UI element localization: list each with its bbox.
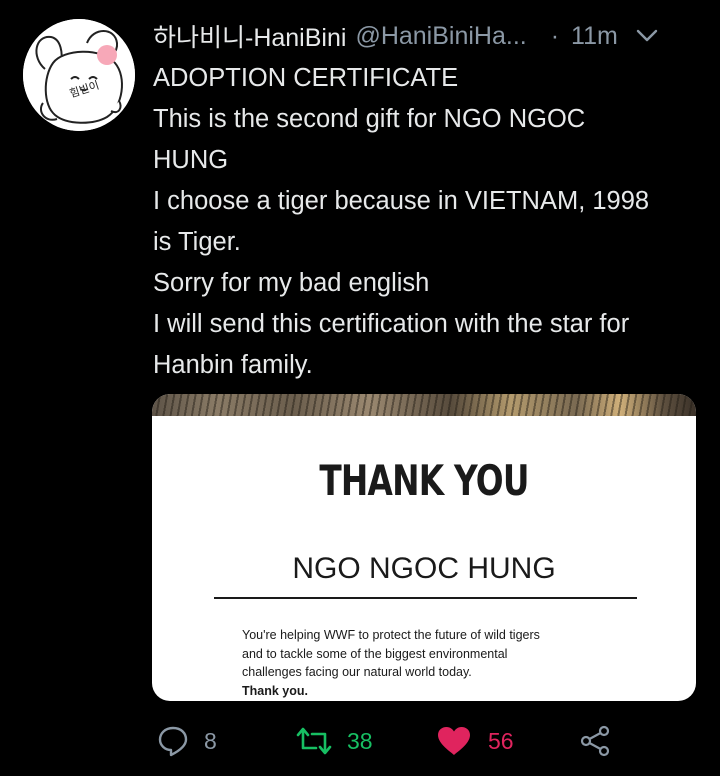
tweet-text: ADOPTION CERTIFICATE This is the second … bbox=[153, 58, 698, 386]
tweet[interactable]: 힘빈이 하나비니-HaniBini @HaniBiniHa... · 11m A… bbox=[0, 0, 720, 776]
tweet-line: is Tiger. bbox=[153, 228, 241, 256]
action-bar: 8 38 56 bbox=[0, 718, 720, 764]
certificate-message-line: and to tackle some of the biggest enviro… bbox=[242, 646, 508, 661]
tweet-line: HUNG bbox=[153, 146, 229, 174]
tweet-line: I choose a tiger because in VIETNAM, 199… bbox=[153, 187, 650, 215]
display-name[interactable]: 하나비니-HaniBini bbox=[153, 18, 346, 54]
tweet-line: Hanbin family. bbox=[153, 351, 313, 379]
certificate-message-line: You're helping WWF to protect the future… bbox=[242, 628, 540, 642]
reply-icon bbox=[157, 725, 189, 757]
retweet-count: 38 bbox=[347, 727, 373, 754]
certificate-title: THANK YOU bbox=[319, 456, 529, 505]
retweet-button[interactable]: 38 bbox=[296, 718, 373, 764]
like-count: 56 bbox=[488, 727, 514, 754]
tweet-header: 하나비니-HaniBini @HaniBiniHa... · 11m bbox=[153, 18, 698, 54]
certificate-message-line: challenges facing our natural world toda… bbox=[242, 665, 472, 679]
tweet-line: I will send this certification with the … bbox=[153, 310, 630, 338]
avatar-illustration bbox=[23, 19, 135, 131]
certificate-name: NGO NGOC HUNG bbox=[292, 552, 556, 585]
tiger-photo-strip bbox=[152, 394, 696, 416]
certificate-message: You're helping WWF to protect the future… bbox=[242, 626, 662, 700]
share-icon bbox=[579, 725, 611, 757]
retweet-icon bbox=[296, 726, 332, 756]
chevron-down-icon[interactable] bbox=[634, 23, 660, 49]
share-button[interactable] bbox=[579, 718, 611, 764]
timestamp[interactable]: 11m bbox=[571, 22, 618, 51]
tweet-line: Sorry for my bad english bbox=[153, 269, 430, 297]
heart-icon bbox=[437, 726, 471, 756]
certificate-thanks: Thank you. bbox=[242, 683, 308, 698]
like-button[interactable]: 56 bbox=[437, 718, 514, 764]
separator-dot: · bbox=[550, 21, 560, 50]
reply-button[interactable]: 8 bbox=[157, 718, 217, 764]
tweet-line: ADOPTION CERTIFICATE bbox=[153, 64, 459, 92]
media-image[interactable]: THANK YOU NGO NGOC HUNG You're helping W… bbox=[152, 394, 696, 701]
tweet-line: This is the second gift for NGO NGOC bbox=[153, 105, 586, 133]
user-handle[interactable]: @HaniBiniHa... bbox=[355, 22, 526, 51]
certificate-divider bbox=[214, 597, 637, 599]
reply-count: 8 bbox=[204, 727, 217, 754]
avatar[interactable]: 힘빈이 bbox=[23, 19, 135, 131]
